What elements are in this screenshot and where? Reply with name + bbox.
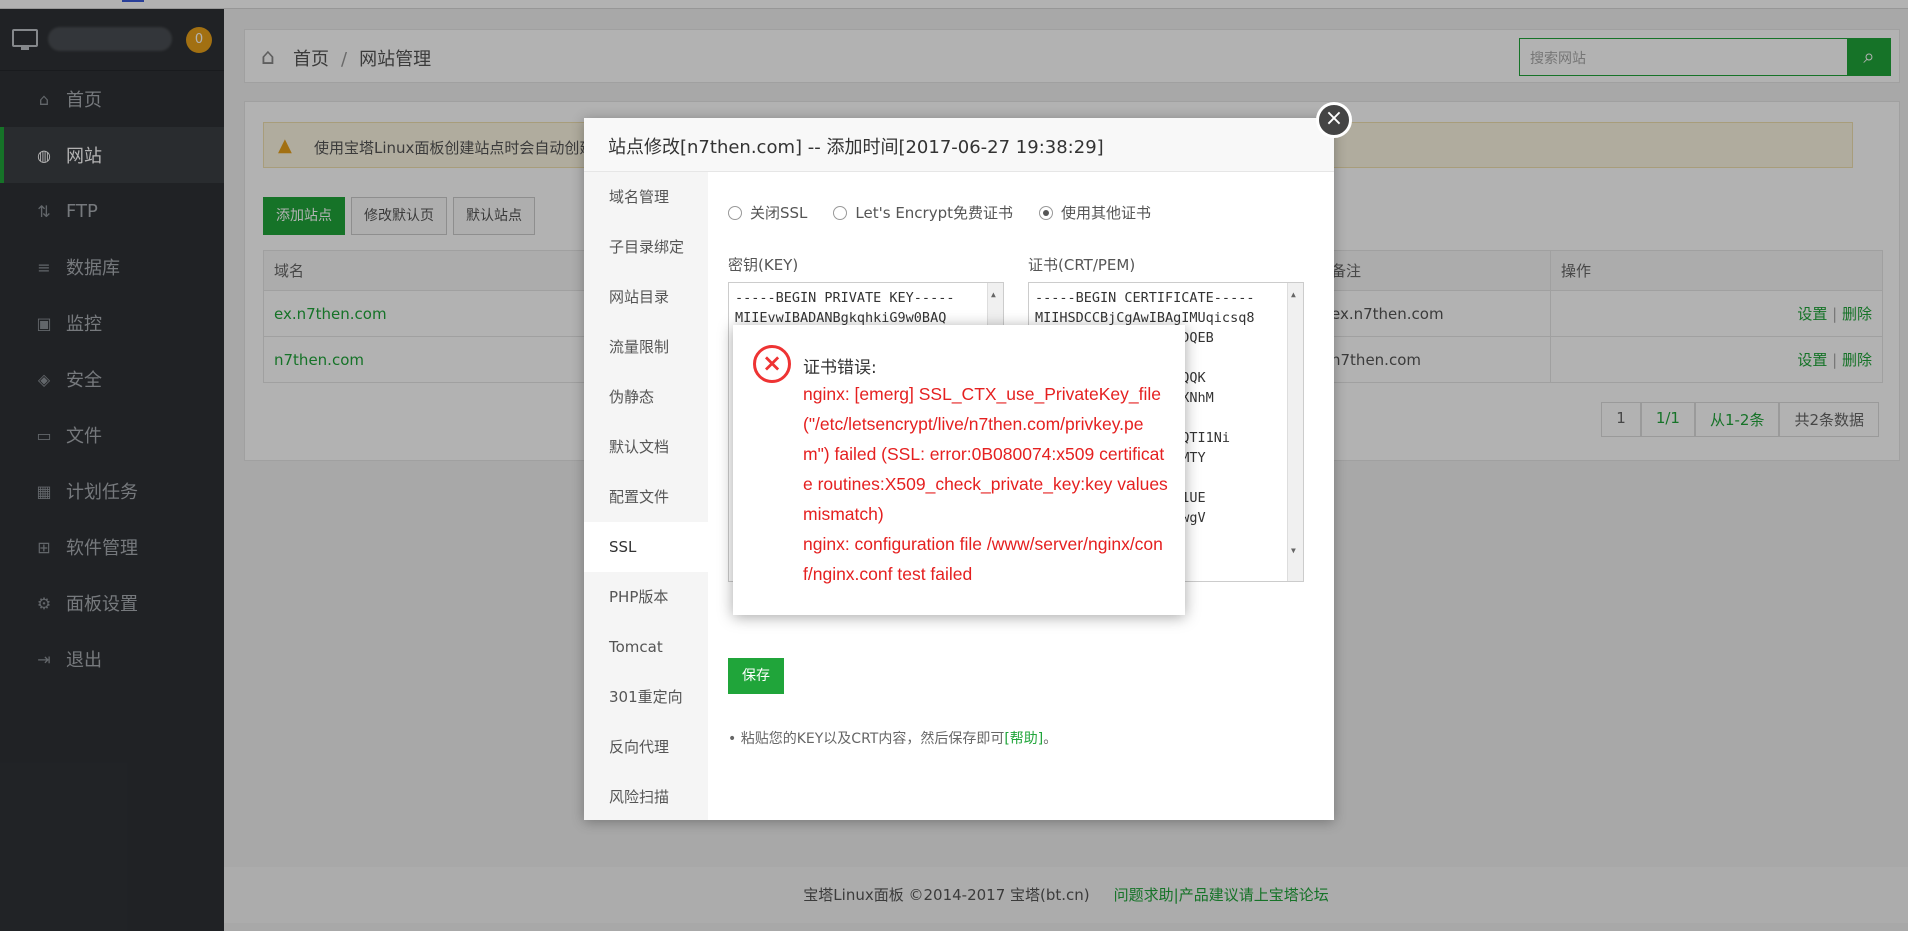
ssl-option-group: 关闭SSL Let's Encrypt免费证书 使用其他证书 — [728, 202, 1151, 223]
error-title: 证书错误: — [803, 358, 877, 378]
error-message: nginx: [emerg] SSL_CTX_use_PrivateKey_fi… — [803, 379, 1169, 589]
tab-tomcat[interactable]: Tomcat — [584, 622, 708, 672]
tab-traffic-limit[interactable]: 流量限制 — [584, 322, 708, 372]
ssl-option-off[interactable]: 关闭SSL — [728, 202, 807, 223]
radio-label: Let's Encrypt免费证书 — [855, 204, 1013, 222]
error-icon: × — [753, 345, 791, 383]
tab-config[interactable]: 配置文件 — [584, 472, 708, 522]
tab-ssl[interactable]: SSL — [584, 522, 708, 572]
radio-label: 关闭SSL — [750, 204, 808, 222]
modal-tab-list: 域名管理 子目录绑定 网站目录 流量限制 伪静态 默认文档 配置文件 SSL P… — [584, 172, 708, 820]
tab-site-dir[interactable]: 网站目录 — [584, 272, 708, 322]
radio-icon — [833, 205, 848, 220]
radio-checked-icon — [1039, 205, 1053, 220]
modal-title: 站点修改[n7then.com] -- 添加时间[2017-06-27 19:3… — [584, 118, 1334, 172]
tab-subdir[interactable]: 子目录绑定 — [584, 222, 708, 272]
help-text-end: 。 — [1043, 731, 1058, 747]
error-message-line-1: nginx: [emerg] SSL_CTX_use_PrivateKey_fi… — [803, 384, 1168, 524]
close-icon: × — [1324, 106, 1344, 131]
radio-icon — [728, 205, 742, 220]
tab-default-doc[interactable]: 默认文档 — [584, 422, 708, 472]
radio-label: 使用其他证书 — [1061, 204, 1152, 222]
tab-php-version[interactable]: PHP版本 — [584, 572, 708, 622]
tab-risk-scan[interactable]: 风险扫描 — [584, 772, 708, 822]
help-link[interactable]: [帮助] — [1004, 731, 1043, 747]
tab-redirect[interactable]: 301重定向 — [584, 672, 708, 722]
key-text: -----BEGIN PRIVATE KEY----- MIIEvwIBADAN… — [735, 290, 955, 326]
help-text-body: 粘贴您的KEY以及CRT内容，然后保存即可 — [740, 731, 1005, 747]
cert-label: 证书(CRT/PEM) — [1028, 256, 1136, 274]
key-label: 密钥(KEY) — [728, 256, 799, 274]
ssl-option-letsencrypt[interactable]: Let's Encrypt免费证书 — [833, 202, 1013, 223]
tab-reverse-proxy[interactable]: 反向代理 — [584, 722, 708, 772]
tab-domain[interactable]: 域名管理 — [584, 172, 708, 222]
close-button[interactable]: × — [1316, 102, 1352, 138]
error-message-line-2: nginx: configuration file /www/server/ng… — [803, 534, 1163, 584]
help-text: • 粘贴您的KEY以及CRT内容，然后保存即可[帮助]。 — [728, 731, 1058, 747]
error-dialog: × 证书错误: nginx: [emerg] SSL_CTX_use_Priva… — [733, 325, 1185, 615]
save-button[interactable]: 保存 — [728, 658, 784, 694]
tab-rewrite[interactable]: 伪静态 — [584, 372, 708, 422]
ssl-option-other[interactable]: 使用其他证书 — [1039, 202, 1151, 223]
scrollbar[interactable] — [1287, 283, 1303, 581]
